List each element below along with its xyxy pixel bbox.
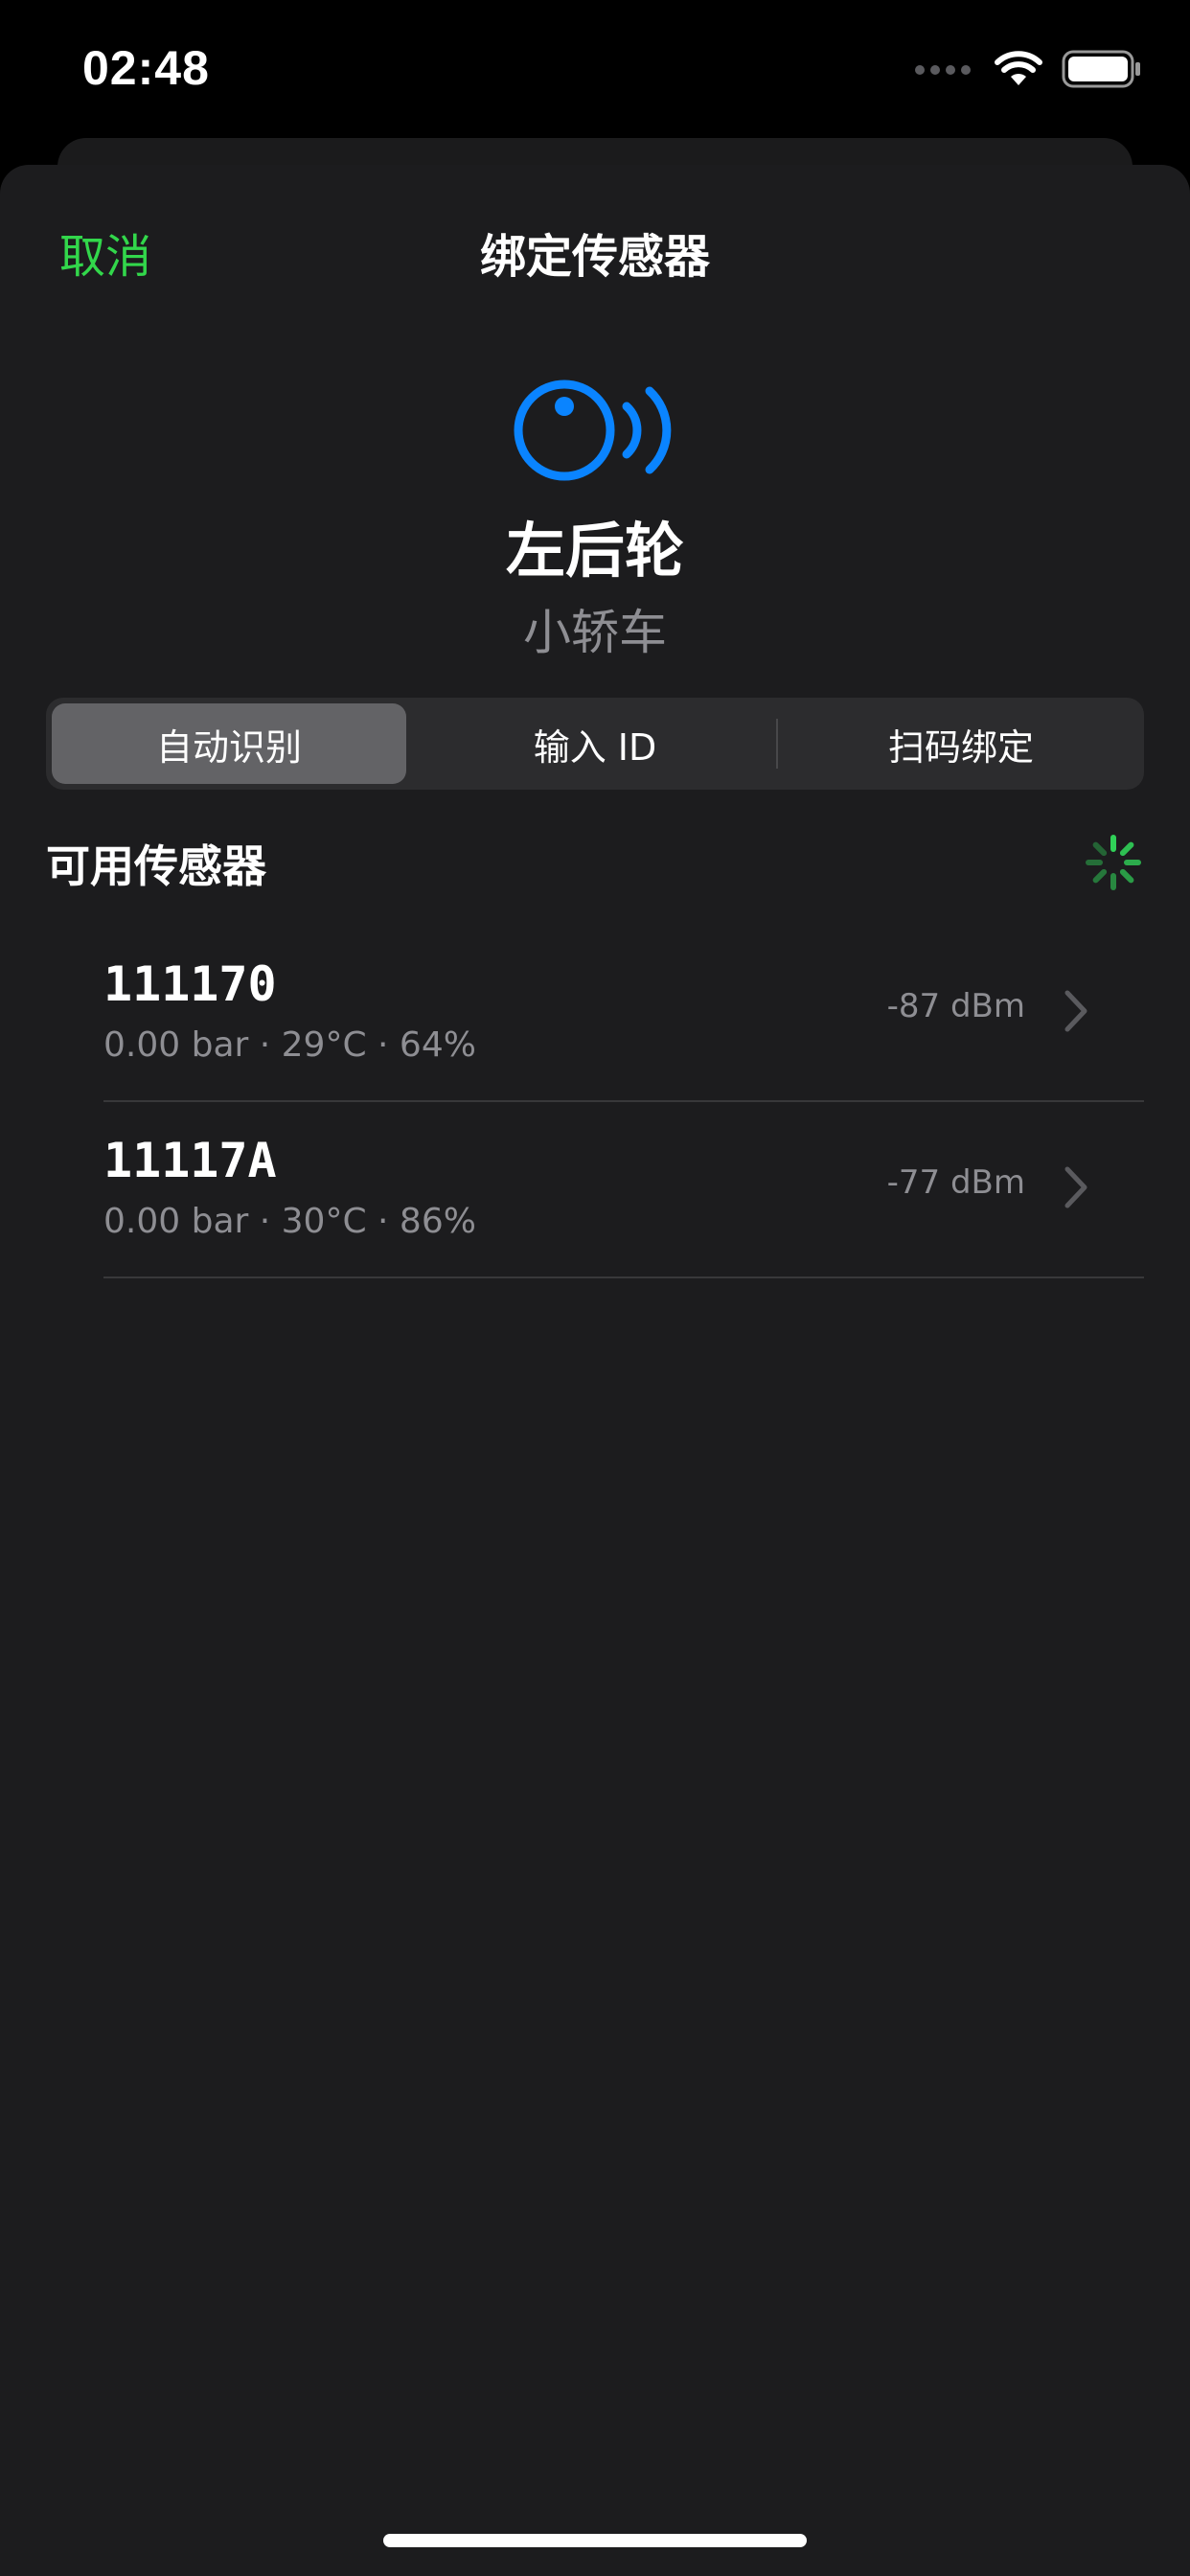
bind-method-segmented-control: 自动识别 输入 ID 扫码绑定 xyxy=(46,698,1144,790)
home-indicator[interactable] xyxy=(383,2534,807,2547)
vehicle-type: 小轿车 xyxy=(523,605,667,660)
sensor-id: 11117A xyxy=(103,1133,277,1188)
chevron-right-icon xyxy=(1064,989,1088,1033)
tire-sensor-icon xyxy=(514,378,676,483)
status-time: 02:48 xyxy=(82,41,210,95)
status-bar: 02:48 xyxy=(0,0,1190,144)
segment-enter-id[interactable]: 输入 ID xyxy=(418,703,772,784)
wifi-icon xyxy=(995,51,1042,91)
segment-auto-detect[interactable]: 自动识别 xyxy=(52,703,406,784)
sensor-rssi: -77 dBm xyxy=(886,1163,1025,1202)
battery-icon xyxy=(1062,50,1142,92)
page-title: 绑定传感器 xyxy=(479,230,710,284)
sensor-id: 111170 xyxy=(103,956,277,1012)
segment-divider xyxy=(776,719,778,769)
spinner-icon xyxy=(1085,834,1142,891)
chevron-right-icon xyxy=(1064,1165,1088,1209)
sensor-row[interactable]: 11117A 0.00 bar · 30°C · 86% -77 dBm xyxy=(103,1102,1144,1278)
sensor-row[interactable]: 111170 0.00 bar · 29°C · 64% -87 dBm xyxy=(103,926,1144,1102)
wheel-position: 左后轮 xyxy=(505,516,684,586)
segment-scan-code[interactable]: 扫码绑定 xyxy=(784,703,1138,784)
sensor-detail: 0.00 bar · 30°C · 86% xyxy=(103,1202,476,1241)
section-title: 可用传感器 xyxy=(46,840,266,892)
status-icons xyxy=(914,50,1142,92)
sensor-rssi: -87 dBm xyxy=(886,987,1025,1025)
sensor-detail: 0.00 bar · 29°C · 64% xyxy=(103,1025,476,1065)
bind-sensor-sheet: 取消 绑定传感器 左后轮 小轿车 自动识别 输入 ID 扫码绑定 可用传感器 1… xyxy=(0,165,1190,2576)
signal-icon xyxy=(914,62,975,80)
